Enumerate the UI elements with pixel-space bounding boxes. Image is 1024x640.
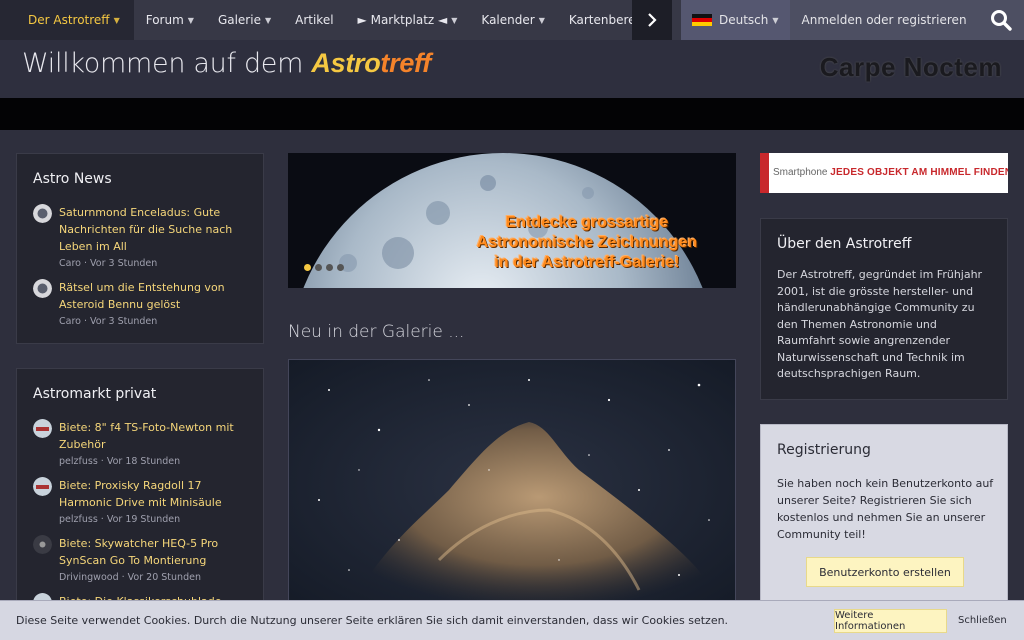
- nav-item-astrotreff[interactable]: Der Astrotreff ▼: [0, 0, 134, 40]
- nav-scroll-right-button[interactable]: [632, 0, 672, 40]
- gallery-image[interactable]: [288, 359, 736, 609]
- listing-meta: pelzfuss · Vor 19 Stunden: [59, 514, 181, 525]
- cookie-notice: Diese Seite verwendet Cookies. Durch die…: [0, 600, 1024, 640]
- astro-news-panel: Astro News Saturnmond Enceladus: Gute Na…: [16, 153, 264, 344]
- register-panel: Registrierung Sie haben noch kein Benutz…: [760, 424, 1008, 604]
- site-header: Willkommen auf dem Astrotreff Carpe Noct…: [0, 40, 1024, 98]
- banner-line: in der Astrotreff-Galerie!: [494, 254, 680, 271]
- list-item[interactable]: Biete: 8" f4 TS-Foto-Newton mit Zubehör …: [33, 419, 243, 471]
- gallery-section-title: Neu in der Galerie ...: [288, 322, 465, 342]
- astromarkt-panel: Astromarkt privat Biete: 8" f4 TS-Foto-N…: [16, 368, 264, 608]
- search-icon: [991, 10, 1012, 31]
- listing-title[interactable]: Biete: 8" f4 TS-Foto-Newton mit Zubehör: [59, 419, 244, 453]
- listing-thumbnail: [33, 419, 52, 438]
- news-author[interactable]: Caro: [59, 258, 81, 269]
- gallery-banner[interactable]: Entdecke grossartige Astronomische Zeich…: [288, 153, 736, 288]
- site-logo: Astrotreff: [311, 48, 431, 78]
- news-meta: Caro · Vor 3 Stunden: [59, 258, 158, 269]
- ad-headline: JEDES OBJEKT AM HIMMEL FINDEN: [830, 167, 1008, 178]
- list-item[interactable]: Biete: Proxisky Ragdoll 17 Harmonic Driv…: [33, 477, 243, 529]
- nav-label: ► Marktplatz ◄: [357, 13, 448, 27]
- nebula-photo: [289, 360, 735, 608]
- news-author[interactable]: Caro: [59, 316, 81, 327]
- create-account-button[interactable]: Benutzerkonto erstellen: [806, 557, 964, 587]
- cookie-text: Diese Seite verwendet Cookies. Durch die…: [16, 614, 729, 627]
- nav-item-kalender[interactable]: Kalender ▼: [469, 0, 556, 40]
- register-text: Sie haben noch kein Benutzerkonto auf un…: [777, 477, 994, 541]
- chevron-down-icon: ▼: [538, 15, 545, 25]
- language-label: Deutsch: [719, 13, 769, 27]
- close-cookie-button[interactable]: Schließen: [958, 615, 1007, 626]
- about-panel: Über den Astrotreff Der Astrotreff, gegr…: [760, 218, 1008, 400]
- news-time: Vor 3 Stunden: [90, 258, 158, 269]
- nav-item-forum[interactable]: Forum ▼: [134, 0, 206, 40]
- nav-label: Artikel: [295, 13, 334, 27]
- slider-dot[interactable]: [315, 264, 322, 271]
- news-thumbnail: [33, 279, 52, 298]
- nav-item-galerie[interactable]: Galerie ▼: [206, 0, 283, 40]
- news-item[interactable]: Rätsel um die Entstehung von Asteroid Be…: [33, 279, 243, 331]
- more-info-button[interactable]: Weitere Informationen: [834, 609, 947, 633]
- chevron-down-icon: ▼: [113, 15, 120, 25]
- chevron-down-icon: ▼: [264, 15, 272, 25]
- nav-label: Forum: [145, 13, 184, 27]
- listing-thumbnail: [33, 477, 52, 496]
- listing-title[interactable]: Biete: Proxisky Ragdoll 17 Harmonic Driv…: [59, 477, 244, 511]
- astro-news-title: Astro News: [33, 171, 112, 187]
- ad-text: Smartphone JEDES OBJEKT AM HIMMEL FINDEN: [773, 167, 1008, 178]
- news-item[interactable]: Saturnmond Enceladus: Gute Nachrichten f…: [33, 204, 243, 274]
- listing-author[interactable]: pelzfuss: [59, 456, 98, 467]
- chevron-right-icon: [648, 13, 657, 27]
- news-meta: Caro · Vor 3 Stunden: [59, 316, 158, 327]
- listing-author[interactable]: Drivingwood: [59, 572, 119, 583]
- brand-part-astro: Astro: [311, 48, 381, 78]
- news-title[interactable]: Saturnmond Enceladus: Gute Nachrichten f…: [59, 204, 244, 255]
- chevron-down-icon: ▼: [451, 15, 458, 25]
- slider-dot[interactable]: [337, 264, 344, 271]
- nav-label: Der Astrotreff: [28, 13, 110, 27]
- nav-label: Galerie: [217, 13, 261, 27]
- register-title: Registrierung: [777, 442, 871, 458]
- listing-meta: pelzfuss · Vor 18 Stunden: [59, 456, 181, 467]
- german-flag-icon: [692, 13, 712, 27]
- welcome-text: Willkommen auf dem: [22, 48, 304, 79]
- slider-dot[interactable]: [326, 264, 333, 271]
- listing-meta: Drivingwood · Vor 20 Stunden: [59, 572, 201, 583]
- listing-time: Vor 18 Stunden: [106, 456, 181, 467]
- banner-line: Astronomische Zeichnungen: [476, 234, 698, 251]
- search-button[interactable]: [978, 0, 1024, 40]
- slider-dot[interactable]: [304, 264, 311, 271]
- about-title: Über den Astrotreff: [777, 236, 912, 252]
- nav-user-area: Deutsch ▼ Anmelden oder registrieren: [681, 0, 1024, 40]
- listing-title[interactable]: Biete: Skywatcher HEQ-5 Pro SynScan Go T…: [59, 535, 244, 569]
- nav-item-marktplatz[interactable]: ► Marktplatz ◄ ▼: [346, 0, 470, 40]
- listing-author[interactable]: pelzfuss: [59, 514, 98, 525]
- slider-dots: [304, 264, 344, 271]
- listing-time: Vor 19 Stunden: [106, 514, 181, 525]
- astromarkt-title: Astromarkt privat: [33, 386, 157, 402]
- about-text: Der Astrotreff, gegründet im Frühjahr 20…: [777, 268, 983, 380]
- banner-caption: Entdecke grossartige Astronomische Zeich…: [452, 213, 722, 273]
- login-register-link[interactable]: Anmelden oder registrieren: [790, 13, 979, 27]
- advertisement-banner[interactable]: Smartphone JEDES OBJEKT AM HIMMEL FINDEN: [760, 153, 1008, 193]
- header-divider: [0, 98, 1024, 130]
- listing-thumbnail: [33, 535, 52, 554]
- slogan: Carpe Noctem: [819, 52, 1002, 82]
- ad-prefix: Smartphone: [773, 167, 828, 178]
- banner-line: Entdecke grossartige: [505, 214, 669, 231]
- chevron-down-icon: ▼: [772, 15, 779, 25]
- list-item[interactable]: Biete: Skywatcher HEQ-5 Pro SynScan Go T…: [33, 535, 243, 587]
- nav-item-artikel[interactable]: Artikel: [283, 0, 345, 40]
- brand-part-treff: treff: [380, 48, 431, 78]
- news-time: Vor 3 Stunden: [90, 316, 158, 327]
- news-title[interactable]: Rätsel um die Entstehung von Asteroid Be…: [59, 279, 244, 313]
- chevron-down-icon: ▼: [187, 15, 194, 25]
- news-thumbnail: [33, 204, 52, 223]
- nav-label: Kalender: [481, 13, 535, 27]
- site-title[interactable]: Willkommen auf dem Astrotreff: [22, 48, 431, 79]
- listing-time: Vor 20 Stunden: [127, 572, 201, 583]
- language-selector[interactable]: Deutsch ▼: [681, 0, 790, 40]
